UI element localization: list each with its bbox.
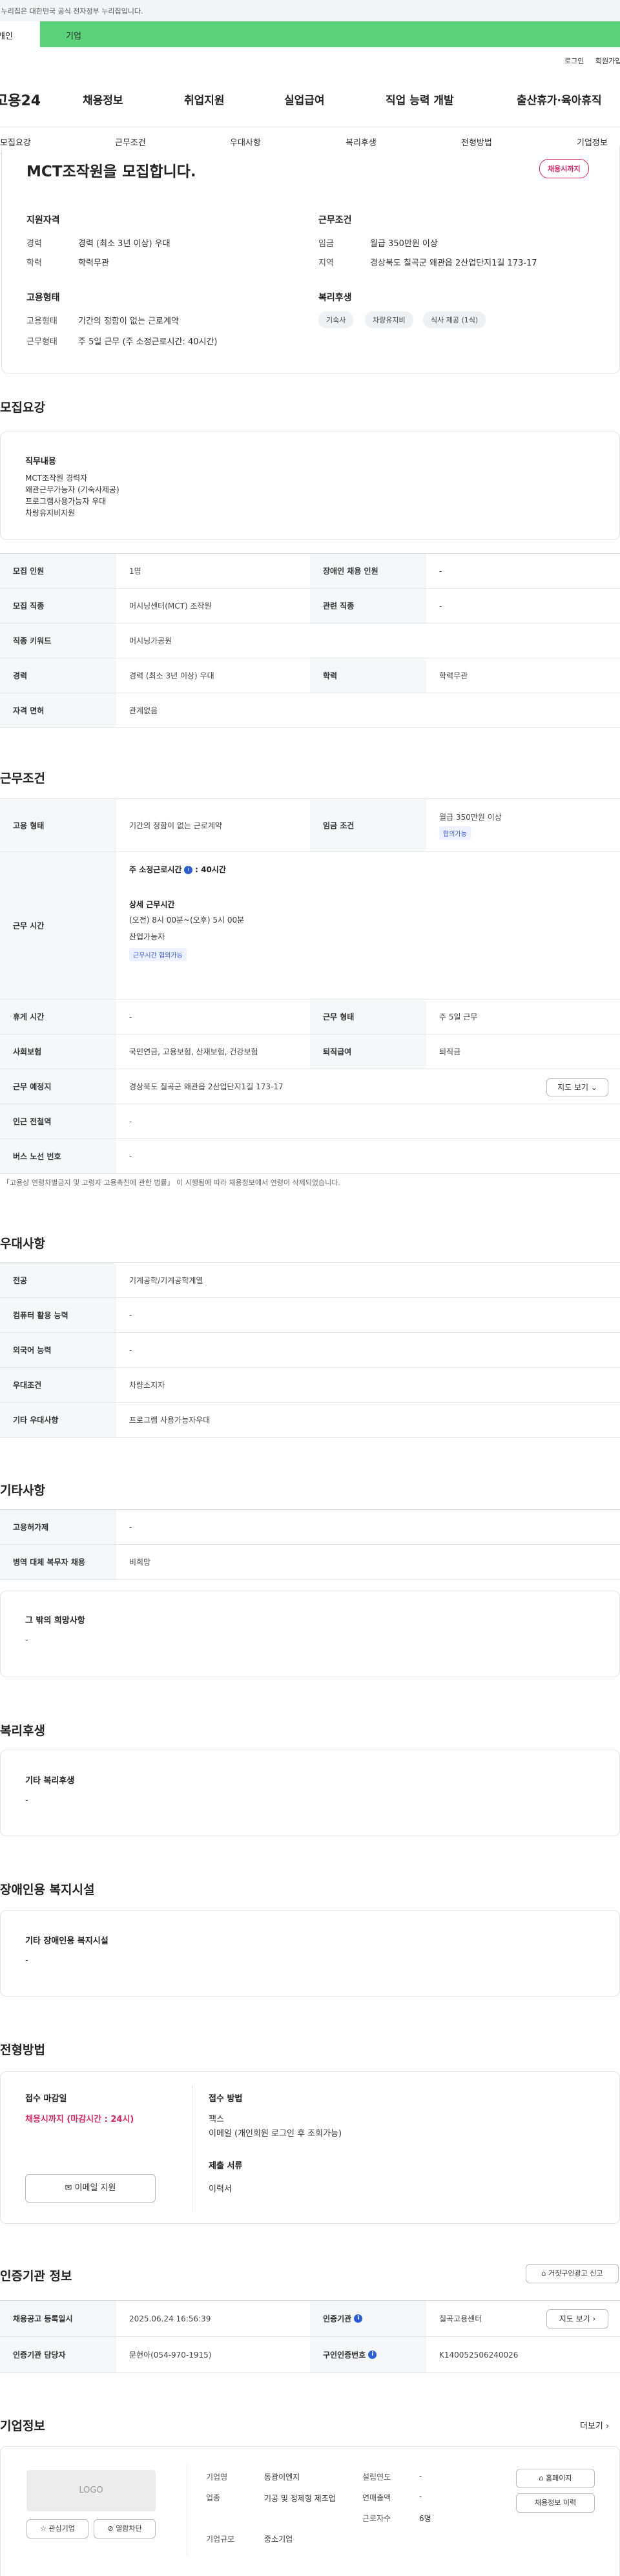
- table-row: 인근 전철역 -: [0, 1104, 620, 1139]
- table-row: 직종 키워드 머시닝가공원: [0, 623, 620, 658]
- etc-table: 고용허가제 - 병역 대체 복무자 채용 비희망: [0, 1509, 620, 1580]
- site-logo[interactable]: 고용24: [0, 89, 41, 110]
- prefer-heading: 우대사항: [0, 1237, 45, 1251]
- nav-skills[interactable]: 직업 능력 개발: [386, 91, 454, 107]
- agency-table: 채용공고 등록일시 2025.06.24 16:56:39 인증기관 i 칠곡고…: [0, 2300, 620, 2373]
- table-row: 전공 기계공학/기계공학계열: [0, 1263, 620, 1298]
- email-apply-button[interactable]: ✉ 이메일 지원: [25, 2174, 156, 2203]
- deadline-value: 채용시까지 (마감시간 : 24시): [25, 2115, 134, 2124]
- table-row: 근무 예정지 경상북도 칠곡군 왜관읍 2산업단지1길 173-17 지도 보기…: [0, 1069, 620, 1104]
- table-row: 근무 시간 주 소정근로시간 i : 40시간 상세 근무시간 (오전) 8시 …: [0, 852, 620, 1000]
- util-links: 로그인 회원가입: [564, 56, 620, 66]
- work-heading: 근무조건: [0, 771, 45, 786]
- table-row: 고용 형태 기간의 정함이 없는 근로계약 임금 조건 월급 350만원 이상 …: [0, 799, 620, 852]
- company-heading: 기업정보: [0, 2419, 45, 2433]
- table-row: 외국어 능력 -: [0, 1333, 620, 1368]
- hours-tag: 근무시간 협의가능: [129, 948, 187, 961]
- etc-heading: 기타사항: [0, 1483, 45, 1498]
- info-icon[interactable]: i: [368, 2351, 377, 2359]
- table-row: 인증기관 담당자 문현아(054-970-1915) 구인인증번호 i K140…: [0, 2337, 620, 2373]
- chevron-right-icon: ›: [592, 2314, 596, 2323]
- report-fake-ad-button[interactable]: ⌂ 거짓구인광고 신고: [526, 2264, 619, 2283]
- process-heading: 전형방법: [0, 2043, 45, 2057]
- disabled-box: 기타 장애인용 복지시설 -: [0, 1910, 620, 1996]
- table-row: 모집 직종 머시닝센터(MCT) 조작원 관련 직종 -: [0, 589, 620, 623]
- nav-jobs[interactable]: 채용정보: [83, 91, 123, 107]
- table-row: 기타 우대사항 프로그램 사용가능자우대: [0, 1403, 620, 1438]
- deadline-badge: 채용시까지: [539, 159, 589, 178]
- welfare-chip: 식사 제공 (1식): [423, 311, 486, 328]
- summary-card: MCT조작원을 모집합니다. 채용시까지 지원자격 경력 경력 (최소 3년 이…: [1, 146, 620, 373]
- wage-tag: 협의가능: [439, 826, 471, 840]
- duty-box: 직무내용 MCT조작원 경력자 왜관근무가능자 (기숙사제공) 프로그램사용가능…: [0, 432, 620, 540]
- job-history-button[interactable]: 채용정보 이력: [516, 2493, 595, 2513]
- agency-map-button[interactable]: 지도 보기 ›: [546, 2309, 608, 2329]
- recruit-table: 모집 인원 1명 장애인 채용 인원 - 모집 직종 머시닝센터(MCT) 조작…: [0, 553, 620, 728]
- map-button[interactable]: 지도 보기 ⌄: [546, 1078, 608, 1096]
- favorite-company-button[interactable]: ☆ 관심기업: [26, 2519, 88, 2539]
- hours-detail-title: 상세 근무시간: [129, 900, 175, 909]
- info-icon[interactable]: i: [184, 866, 193, 874]
- agency-heading: 인증기관 정보: [0, 2269, 72, 2283]
- work-table: 고용 형태 기간의 정함이 없는 근로계약 임금 조건 월급 350만원 이상 …: [0, 799, 620, 1174]
- company-more-link[interactable]: 더보기 ›: [580, 2419, 609, 2431]
- gov-notice-bar: 이 누리집은 대한민국 공식 전자정부 누리집입니다.: [0, 0, 620, 21]
- weekly-hours-value: : 40시간: [195, 865, 226, 874]
- recruit-heading: 모집요강: [0, 401, 45, 415]
- table-row: 휴게 시간 - 근무 형태 주 5일 근무: [0, 1000, 620, 1034]
- age-note: 「고용상 연령차별금지 및 고령자 고용촉진에 관한 법률」 이 시행됨에 따라…: [3, 1178, 340, 1187]
- signup-link[interactable]: 회원가입: [595, 57, 620, 65]
- nav-unemployment[interactable]: 실업급여: [284, 91, 325, 107]
- block-icon: ⊘: [107, 2524, 114, 2533]
- tab-business[interactable]: 기업: [40, 21, 620, 47]
- main-nav: 고용24 채용정보 취업지원 실업급여 직업 능력 개발 출산휴가·육아휴직: [0, 89, 620, 112]
- table-row: 병역 대체 복무자 채용 비희망: [0, 1545, 620, 1580]
- emp-heading: 고용형태: [26, 293, 60, 303]
- table-row: 버스 노선 번호 -: [0, 1139, 620, 1174]
- table-row: 채용공고 등록일시 2025.06.24 16:56:39 인증기관 i 칠곡고…: [0, 2301, 620, 2337]
- table-row: 경력 경력 (최소 3년 이상) 우대 학력 학력무관: [0, 658, 620, 693]
- nav-maternity[interactable]: 출산휴가·육아휴직: [517, 91, 602, 107]
- chevron-down-icon: ⌄: [590, 1083, 597, 1092]
- homepage-button[interactable]: ⌂ 홈페이지: [516, 2469, 595, 2488]
- table-row: 우대조건 차량소지자: [0, 1368, 620, 1403]
- table-row: 고용허가제 -: [0, 1510, 620, 1545]
- welfare-chip: 기숙사: [318, 311, 354, 328]
- home-icon: ⌂: [539, 2474, 544, 2482]
- process-box: 접수 마감일 채용시까지 (마감시간 : 24시) ✉ 이메일 지원 접수 방법…: [0, 2071, 620, 2224]
- star-icon: ☆: [40, 2524, 46, 2533]
- prefer-table: 전공 기계공학/기계공학계열 컴퓨터 활용 능력 - 외국어 능력 - 우대조건…: [0, 1262, 620, 1438]
- benefit-box: 기타 복리후생 -: [0, 1750, 620, 1836]
- block-view-button[interactable]: ⊘ 열람차단: [94, 2519, 156, 2539]
- table-row: 사회보험 국민연금, 고용보험, 산재보험, 건강보험 퇴직급여 퇴직금: [0, 1034, 620, 1069]
- gov-notice-text: 이 누리집은 대한민국 공식 전자정부 누리집입니다.: [0, 7, 143, 16]
- home-icon: ⌂: [541, 2269, 546, 2278]
- login-link[interactable]: 로그인: [564, 57, 584, 65]
- benefit-heading: 복리후생: [0, 1724, 45, 1738]
- tab-personal[interactable]: 개인: [0, 21, 40, 47]
- disabled-heading: 장애인용 복지시설: [0, 1883, 95, 1897]
- info-icon[interactable]: i: [354, 2314, 363, 2323]
- table-row: 모집 인원 1명 장애인 채용 인원 -: [0, 554, 620, 589]
- site-tabs: 개인 기업: [0, 21, 620, 47]
- table-row: 컴퓨터 활용 능력 -: [0, 1298, 620, 1333]
- etc-box: 그 밖의 희망사항 -: [0, 1591, 620, 1677]
- welfare-chip: 차량유지비: [365, 311, 413, 328]
- table-row: 자격 면허 관계없음: [0, 693, 620, 728]
- cond-heading: 근무조건: [318, 215, 352, 225]
- company-box: LOGO ☆ 관심기업 ⊘ 열람차단 기업명 동광이엔지 업종 기공 및 정제형…: [0, 2446, 620, 2576]
- duty-title: 직무내용: [25, 457, 56, 466]
- chevron-right-icon: ›: [606, 2422, 610, 2431]
- mail-icon: ✉: [65, 2183, 72, 2193]
- welfare-heading: 복리후생: [318, 293, 352, 303]
- company-logo: LOGO: [26, 2470, 156, 2511]
- job-title: MCT조작원을 모집합니다.: [26, 163, 196, 180]
- nav-employment-support[interactable]: 취업지원: [184, 91, 225, 107]
- qual-heading: 지원자격: [26, 215, 60, 225]
- weekly-hours-label: 주 소정근로시간: [129, 865, 182, 874]
- wage-value: 월급 350만원 이상: [439, 812, 502, 822]
